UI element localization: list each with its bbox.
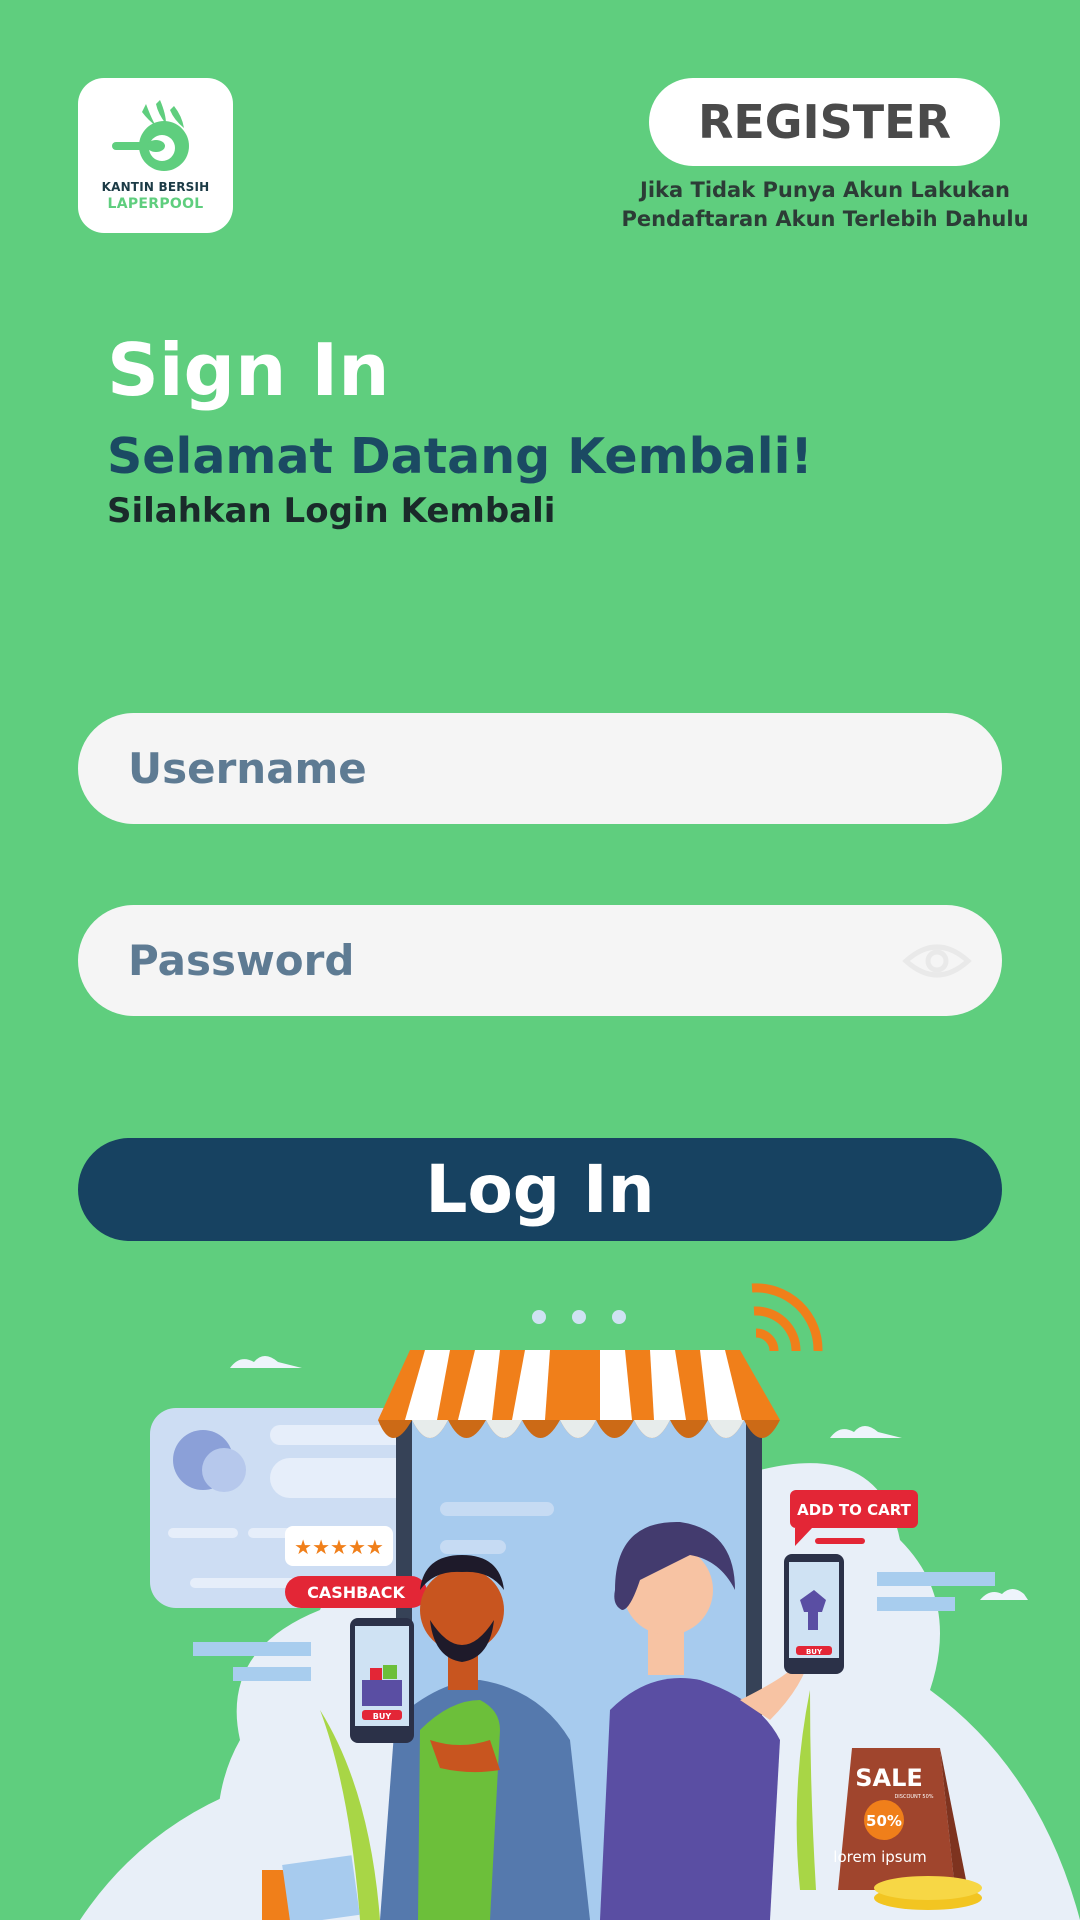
sale-label: SALE [855, 1764, 923, 1792]
page-title: Sign In [107, 328, 390, 412]
logo-line-1: KANTIN BERSIH [101, 180, 210, 194]
password-field-container [78, 905, 1002, 1016]
login-button[interactable]: Log In [78, 1138, 1002, 1241]
cloud-icon [230, 1356, 302, 1368]
cart-icon [362, 1680, 402, 1706]
welcome-heading: Selamat Datang Kembali! [107, 428, 813, 485]
register-note: Jika Tidak Punya Akun Lakukan Pendaftara… [621, 178, 1029, 231]
spoon-hand-icon [112, 100, 189, 171]
logo-line-2: LAPERPOOL [107, 196, 204, 212]
shopping-illustration: ★★★★★ CASHBACK ADD TO CART BUY BUY SALE … [80, 1283, 1080, 1920]
svg-text:BUY: BUY [806, 1648, 823, 1656]
cloud-icon [830, 1426, 902, 1438]
svg-text:DISCOUNT 50%: DISCOUNT 50% [894, 1794, 933, 1800]
svg-text:50%: 50% [866, 1812, 902, 1830]
store-awning [378, 1350, 780, 1438]
username-input[interactable] [128, 713, 928, 824]
login-subtitle: Silahkan Login Kembali [107, 491, 556, 531]
cloud-icon [980, 1589, 1028, 1600]
svg-text:lorem ipsum: lorem ipsum [833, 1848, 926, 1866]
wifi-icon [751, 1283, 823, 1352]
svg-text:BUY: BUY [373, 1712, 392, 1721]
cashback-label: CASHBACK [307, 1583, 405, 1602]
add-to-cart-label: ADD TO CART [797, 1501, 911, 1519]
rating-stars: ★★★★★ [294, 1535, 384, 1559]
eye-icon[interactable] [902, 939, 972, 983]
password-input[interactable] [128, 905, 928, 1016]
username-field-container [78, 713, 1002, 824]
app-logo: KANTIN BERSIH LAPERPOOL [78, 78, 233, 233]
register-button[interactable]: REGISTER [649, 78, 1000, 166]
